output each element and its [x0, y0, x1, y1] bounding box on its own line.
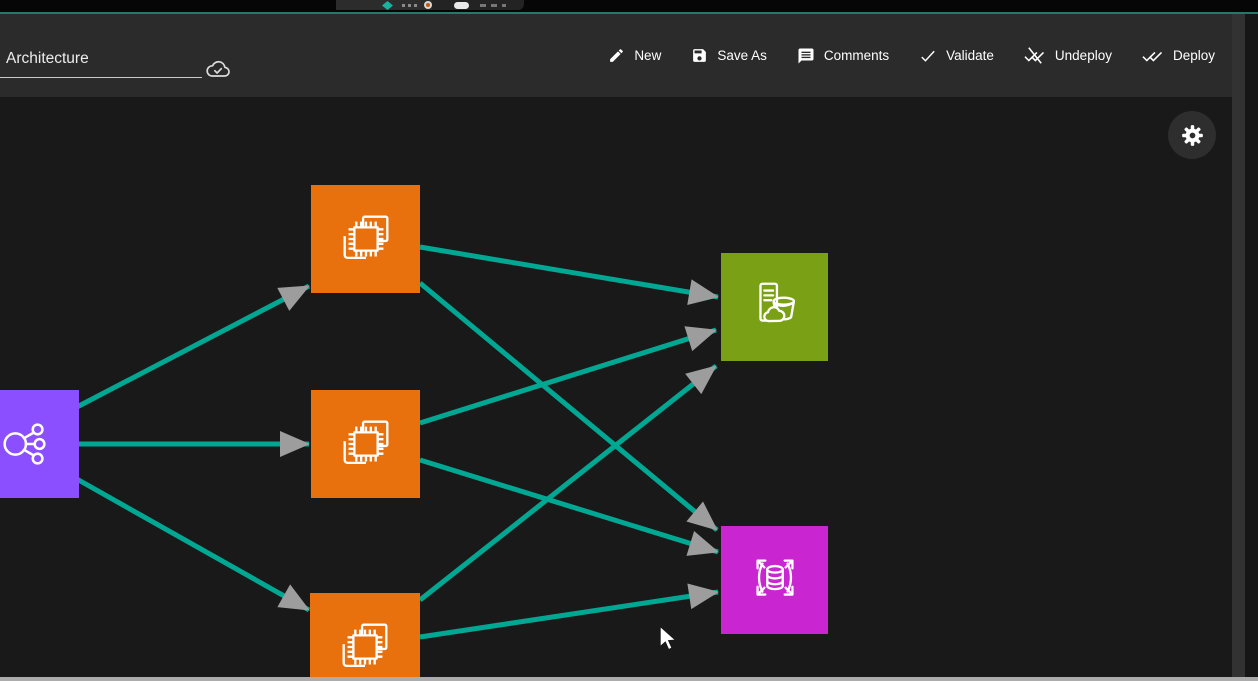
edge-instance-3-to-storage[interactable] [420, 366, 716, 600]
double-check-slash-icon [1024, 47, 1046, 64]
deploy-button-label: Deploy [1173, 48, 1215, 63]
ec2-instance-icon [334, 616, 396, 677]
ec2-instance-icon [335, 413, 397, 475]
horizontal-scrollbar-thumb[interactable] [0, 677, 1258, 681]
favicon-icon [424, 1, 432, 9]
canvas-settings-button[interactable] [1168, 111, 1216, 159]
new-button-label: New [634, 48, 661, 63]
validate-button-label: Validate [946, 48, 994, 63]
edges-layer [0, 97, 1232, 677]
comment-icon [797, 47, 815, 65]
tab-favicon-icon [454, 2, 469, 9]
save-icon [691, 47, 708, 64]
node-instance-2[interactable] [311, 390, 420, 498]
edge-instance-1-to-storage[interactable] [420, 247, 718, 297]
edge-instance-2-to-database[interactable] [420, 460, 718, 552]
ec2-instance-icon [335, 208, 397, 270]
new-button[interactable]: New [608, 47, 661, 64]
save-as-button-label: Save As [717, 48, 767, 63]
database-scale-icon [744, 549, 806, 611]
gear-icon [1181, 124, 1204, 147]
pencil-icon [608, 47, 625, 64]
validate-button[interactable]: Validate [919, 48, 994, 64]
cloud-saved-icon [203, 56, 233, 86]
comments-button-label: Comments [824, 48, 889, 63]
double-check-icon [1142, 47, 1164, 64]
browser-tab[interactable] [432, 0, 524, 10]
undeploy-button-label: Undeploy [1055, 48, 1112, 63]
check-icon [919, 48, 937, 64]
edge-instance-3-to-database[interactable] [420, 592, 718, 637]
toolbar-actions: New Save As Comments [608, 14, 1215, 97]
edge-load-balancer-to-instance-3[interactable] [75, 478, 309, 610]
undeploy-button[interactable]: Undeploy [1024, 47, 1112, 64]
node-storage[interactable] [721, 253, 828, 361]
app-logo-icon [382, 1, 393, 10]
node-instance-3[interactable] [310, 593, 420, 677]
tab-title-dots [402, 4, 418, 7]
vertical-scrollbar-track[interactable] [1245, 14, 1258, 677]
tab-title-dashes [480, 4, 506, 7]
edge-load-balancer-to-instance-1[interactable] [75, 286, 309, 408]
comments-button[interactable]: Comments [797, 47, 889, 65]
vertical-scrollbar-thumb[interactable] [1232, 14, 1245, 677]
diagram-title-input[interactable] [0, 50, 202, 78]
save-as-button[interactable]: Save As [691, 47, 767, 64]
node-load-balancer[interactable] [0, 390, 79, 498]
app-window: New Save As Comments [0, 0, 1258, 681]
toolbar: New Save As Comments [0, 14, 1258, 97]
browser-tab-strip [0, 0, 1258, 12]
diagram-canvas[interactable] [0, 97, 1232, 677]
storage-bucket-icon [744, 276, 806, 338]
deploy-button[interactable]: Deploy [1142, 47, 1215, 64]
load-balancer-icon [0, 413, 56, 475]
node-instance-1[interactable] [311, 185, 420, 293]
node-database[interactable] [721, 526, 828, 634]
browser-tab-active[interactable] [336, 0, 432, 10]
